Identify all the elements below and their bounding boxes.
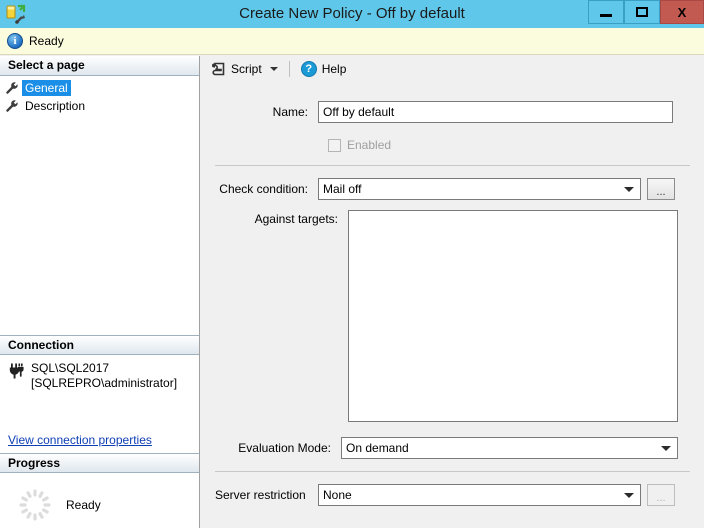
window-controls: X bbox=[588, 0, 704, 24]
select-a-page-header: Select a page bbox=[0, 56, 199, 76]
main-panel: Script ? Help Name: Off by default Enabl… bbox=[201, 56, 704, 528]
minimize-button[interactable] bbox=[588, 0, 624, 24]
progress-panel: Ready bbox=[0, 473, 199, 528]
check-condition-row: Check condition: Mail off ... bbox=[201, 178, 704, 200]
chevron-down-icon[interactable] bbox=[624, 187, 634, 192]
server-restriction-label: Server restriction bbox=[215, 488, 306, 502]
check-condition-label: Check condition: bbox=[219, 182, 308, 196]
info-icon: i bbox=[7, 33, 23, 49]
against-targets-listbox[interactable] bbox=[348, 210, 678, 422]
maximize-button[interactable] bbox=[624, 0, 660, 24]
help-button[interactable]: ? Help bbox=[297, 58, 351, 80]
chevron-down-icon[interactable] bbox=[269, 67, 278, 71]
name-label: Name: bbox=[272, 105, 308, 119]
maximize-icon bbox=[636, 7, 648, 17]
sidebar: Select a page General Description Connec… bbox=[0, 56, 200, 528]
page-list: General Description bbox=[0, 76, 199, 114]
sidebar-item-label: General bbox=[22, 79, 71, 96]
info-bar-text: Ready bbox=[29, 34, 64, 48]
evaluation-mode-label: Evaluation Mode: bbox=[238, 441, 331, 455]
wrench-icon bbox=[4, 80, 20, 96]
server-restriction-row: Server restriction None ... bbox=[201, 484, 704, 506]
check-condition-browse-button[interactable]: ... bbox=[647, 178, 675, 200]
minimize-icon bbox=[600, 13, 612, 17]
script-button-label: Script bbox=[231, 62, 262, 76]
status-info-bar: i Ready bbox=[0, 28, 704, 55]
page-list-filler bbox=[0, 115, 199, 335]
connection-panel: SQL\SQL2017 [SQLREPRO\administrator] Vie… bbox=[0, 355, 199, 453]
sidebar-item-label: Description bbox=[25, 98, 86, 113]
title-bar: Create New Policy - Off by default X bbox=[0, 0, 704, 28]
connection-server: SQL\SQL2017 bbox=[31, 361, 110, 375]
server-restriction-value: None bbox=[323, 488, 352, 502]
server-restriction-combobox[interactable]: None bbox=[318, 484, 641, 506]
view-connection-properties-link[interactable]: View connection properties bbox=[8, 433, 152, 447]
name-input[interactable]: Off by default bbox=[318, 101, 673, 123]
evaluation-mode-row: Evaluation Mode: On demand bbox=[201, 437, 704, 459]
form-divider-bottom bbox=[215, 471, 690, 472]
chevron-down-icon[interactable] bbox=[624, 493, 634, 498]
sidebar-item-general[interactable]: General bbox=[4, 79, 199, 96]
plug-icon bbox=[8, 362, 26, 380]
connection-user: [SQLREPRO\administrator] bbox=[31, 376, 178, 390]
evaluation-mode-combobox[interactable]: On demand bbox=[341, 437, 678, 459]
enabled-label: Enabled bbox=[347, 138, 392, 152]
script-icon bbox=[211, 62, 226, 77]
toolbar-separator bbox=[288, 61, 290, 77]
form-divider-top bbox=[215, 165, 690, 166]
check-condition-value: Mail off bbox=[323, 182, 362, 196]
toolbar: Script ? Help bbox=[201, 56, 704, 82]
policy-condition-icon bbox=[5, 3, 27, 25]
help-question-icon: ? bbox=[300, 61, 317, 77]
wrench-icon bbox=[4, 98, 20, 114]
chevron-down-icon[interactable] bbox=[661, 446, 671, 451]
name-row: Name: Off by default bbox=[201, 101, 704, 123]
help-button-label: Help bbox=[321, 62, 347, 76]
against-targets-label: Against targets: bbox=[254, 212, 338, 226]
spinner-icon bbox=[18, 488, 52, 522]
against-targets-row: Against targets: bbox=[201, 210, 704, 422]
connection-header: Connection bbox=[0, 335, 199, 355]
check-condition-combobox[interactable]: Mail off bbox=[318, 178, 641, 200]
connection-details: SQL\SQL2017 [SQLREPRO\administrator] bbox=[31, 361, 177, 391]
sidebar-item-description[interactable]: Description bbox=[4, 97, 199, 114]
enabled-checkbox[interactable] bbox=[328, 138, 341, 152]
progress-status: Ready bbox=[66, 498, 101, 512]
policy-form: Name: Off by default Enabled Check condi… bbox=[201, 101, 704, 506]
script-button[interactable]: Script bbox=[207, 58, 282, 80]
evaluation-mode-value: On demand bbox=[346, 441, 409, 455]
server-restriction-browse-button: ... bbox=[647, 484, 675, 506]
close-button[interactable]: X bbox=[660, 0, 704, 24]
progress-header: Progress bbox=[0, 453, 199, 473]
enabled-row: Enabled bbox=[201, 138, 704, 152]
create-new-policy-dialog: Create New Policy - Off by default X i R… bbox=[0, 0, 704, 528]
